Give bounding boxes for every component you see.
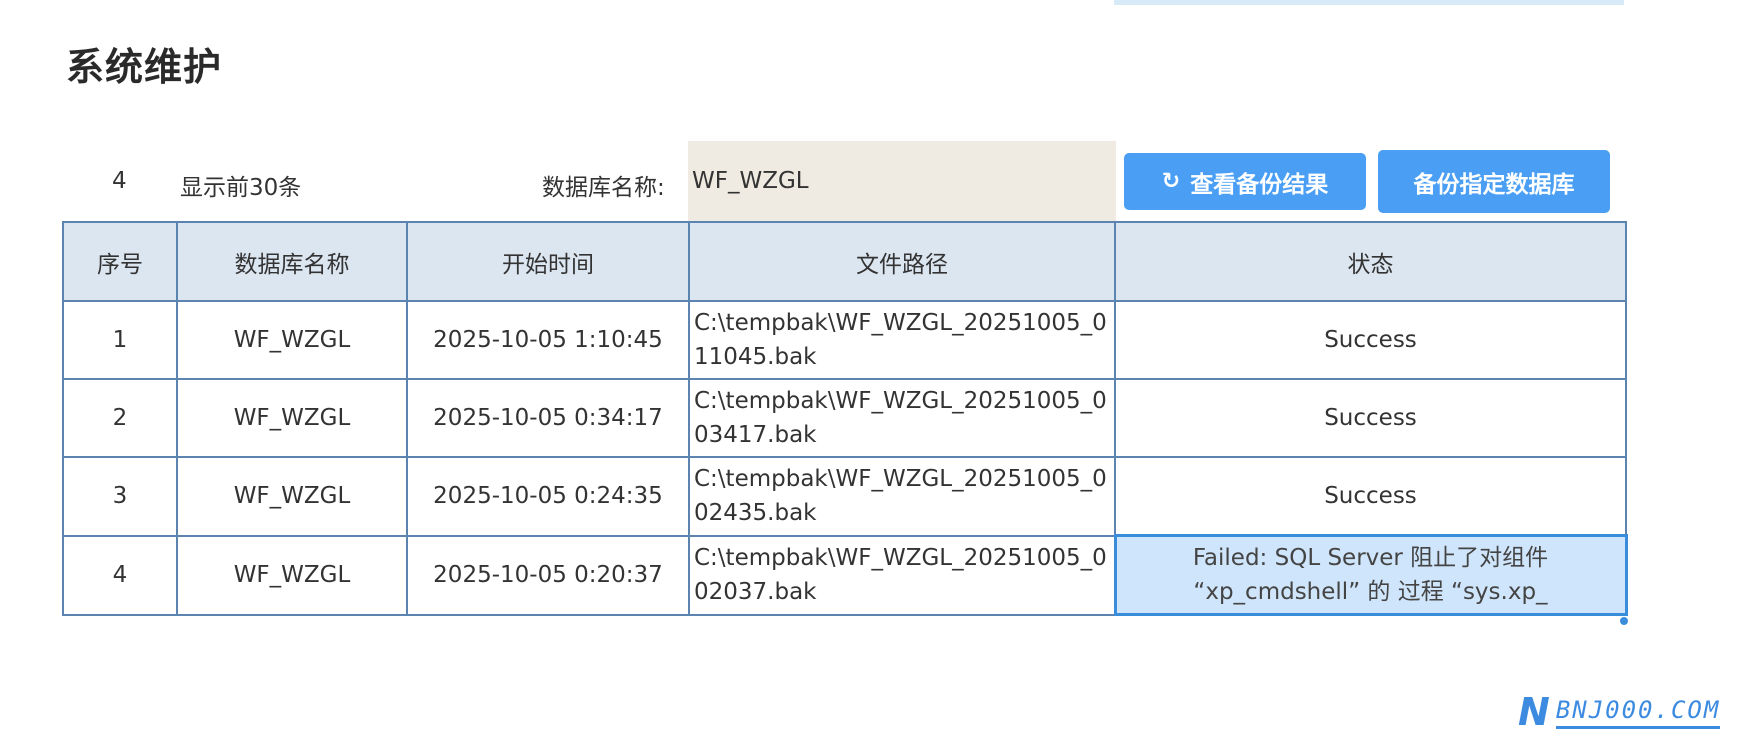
watermark-logo-icon: N [1518,690,1550,734]
column-header-status[interactable]: 状态 [1114,221,1627,302]
cell-database[interactable]: WF_WZGL [176,534,408,616]
cell-database[interactable]: WF_WZGL [176,300,408,380]
cell-status[interactable]: Success [1114,378,1627,458]
top-accent-bar [1114,0,1624,5]
backup-results-table: 序号 数据库名称 开始时间 文件路径 状态 1 WF_WZGL 2025-10-… [62,221,1628,616]
cell-start-time[interactable]: 2025-10-05 1:10:45 [406,300,690,380]
cell-start-time[interactable]: 2025-10-05 0:20:37 [406,534,690,616]
cell-file-path[interactable]: C:\tempbak\WF_WZGL_20251005_002037.bak [688,534,1116,616]
table-row[interactable]: 1 WF_WZGL 2025-10-05 1:10:45 C:\tempbak\… [62,300,1627,380]
database-name-input[interactable] [688,141,1116,221]
backup-database-button[interactable]: 备份指定数据库 [1378,150,1610,213]
page-title: 系统维护 [66,45,223,89]
table-row[interactable]: 3 WF_WZGL 2025-10-05 0:24:35 C:\tempbak\… [62,456,1627,537]
column-header-start-time[interactable]: 开始时间 [406,221,690,302]
top-records-label: 显示前30条 [180,175,302,201]
cell-file-path[interactable]: C:\tempbak\WF_WZGL_20251005_002435.bak [688,456,1116,537]
cell-index[interactable]: 2 [62,378,178,458]
column-header-index[interactable]: 序号 [62,221,178,302]
record-count: 4 [112,168,127,194]
system-maintenance-page: 系统维护 4 显示前30条 数据库名称: ↻ 查看备份结果 备份指定数据库 序号… [0,0,1754,746]
cell-status[interactable]: Success [1114,300,1627,380]
cell-selection-handle[interactable] [1620,617,1628,625]
database-name-label: 数据库名称: [542,175,665,201]
table-header-row: 序号 数据库名称 开始时间 文件路径 状态 [62,221,1627,302]
column-header-database[interactable]: 数据库名称 [176,221,408,302]
watermark: N BNJ000.COM [1518,690,1721,734]
cell-file-path[interactable]: C:\tempbak\WF_WZGL_20251005_003417.bak [688,378,1116,458]
view-backup-results-label: 查看备份结果 [1190,171,1329,198]
view-backup-results-button[interactable]: ↻ 查看备份结果 [1124,153,1366,210]
watermark-text: BNJ000.COM [1555,696,1721,729]
cell-status[interactable]: Success [1114,456,1627,537]
backup-database-label: 备份指定数据库 [1413,171,1575,198]
cell-index[interactable]: 3 [62,456,178,537]
cell-start-time[interactable]: 2025-10-05 0:34:17 [406,378,690,458]
refresh-icon: ↻ [1161,168,1181,194]
cell-database[interactable]: WF_WZGL [176,456,408,537]
table-row[interactable]: 2 WF_WZGL 2025-10-05 0:34:17 C:\tempbak\… [62,378,1627,458]
column-header-file-path[interactable]: 文件路径 [688,221,1116,302]
cell-database[interactable]: WF_WZGL [176,378,408,458]
cell-status-selected[interactable]: Failed: SQL Server 阻止了对组件 “xp_cmdshell” … [1113,534,1628,616]
cell-file-path[interactable]: C:\tempbak\WF_WZGL_20251005_011045.bak [688,300,1116,380]
cell-index[interactable]: 1 [62,300,178,380]
cell-start-time[interactable]: 2025-10-05 0:24:35 [406,456,690,537]
table-row[interactable]: 4 WF_WZGL 2025-10-05 0:20:37 C:\tempbak\… [62,534,1628,616]
cell-index[interactable]: 4 [62,534,178,616]
status-failed-text: Failed: SQL Server 阻止了对组件 “xp_cmdshell” … [1192,545,1549,605]
